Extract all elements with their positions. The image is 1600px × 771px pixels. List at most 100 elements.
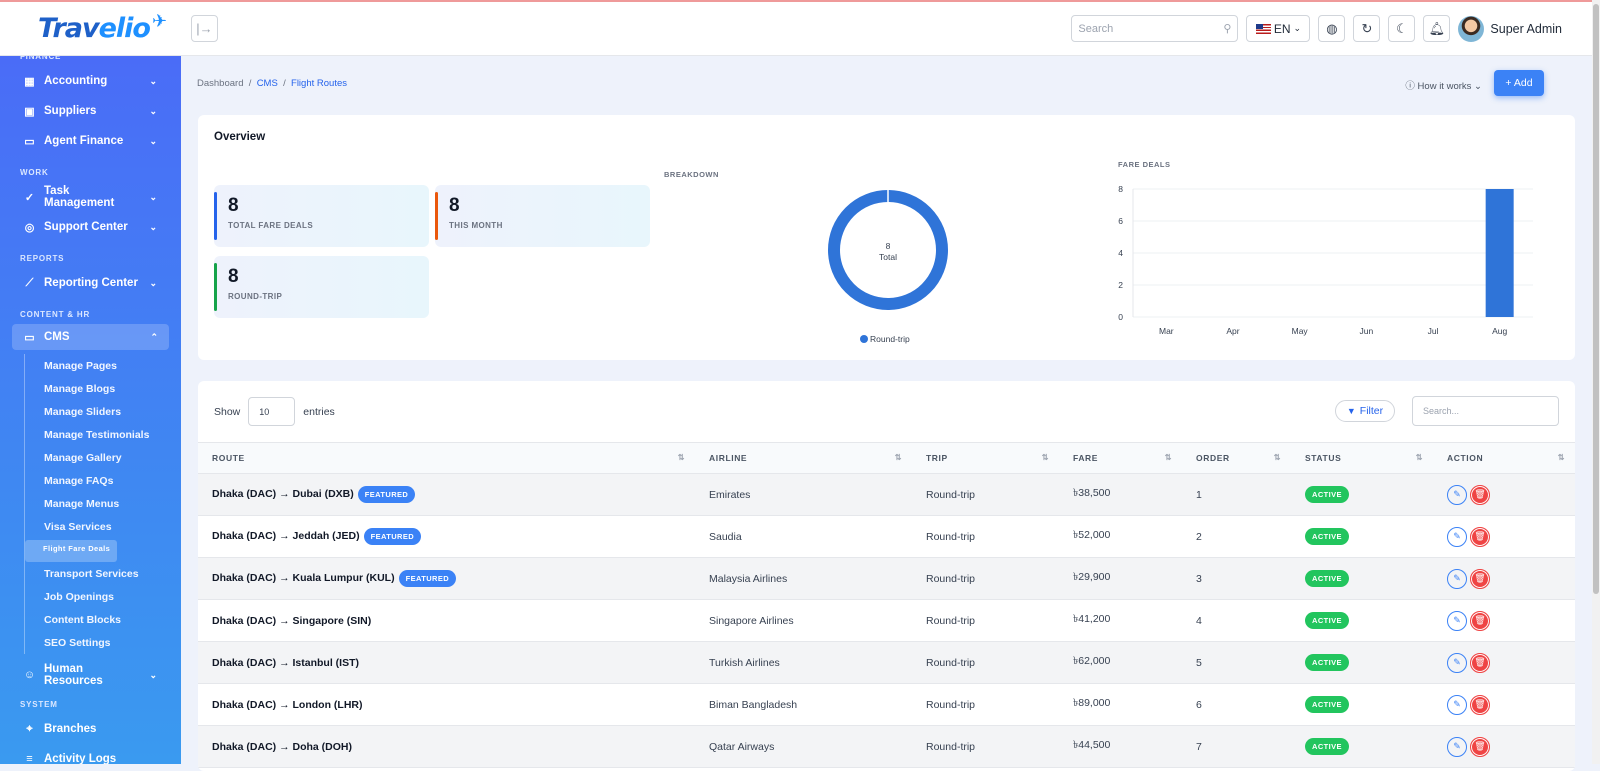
edit-button[interactable]: ✎: [1447, 568, 1467, 589]
sort-icon: ⇅: [677, 453, 685, 462]
language-selector[interactable]: EN ⌄: [1246, 15, 1311, 42]
refresh-button[interactable]: ↻: [1353, 15, 1381, 42]
edit-button[interactable]: ✎: [1447, 610, 1467, 631]
chevron-down-icon: ⌄: [1293, 23, 1302, 33]
edit-button[interactable]: ✎: [1447, 694, 1467, 715]
stat-label: TOTAL FARE DEALS: [228, 221, 314, 230]
cell-fare: ৳41,200: [1059, 599, 1182, 642]
chevron-down-icon: ⌄: [149, 135, 157, 146]
us-flag-icon: [1255, 23, 1271, 34]
globe-button[interactable]: ◍: [1318, 15, 1346, 42]
stat-accent-bar: [214, 263, 217, 311]
sidebar-item-suppliers[interactable]: ▣ Suppliers ⌄: [0, 96, 181, 126]
sidebar-subitem-manage-gallery[interactable]: Manage Gallery: [25, 446, 181, 469]
legend-swatch: [860, 335, 868, 343]
sidebar-item-branches[interactable]: ⌖ Branches: [0, 714, 181, 744]
delete-button[interactable]: 🗑︎: [1470, 694, 1490, 715]
status-badge: ACTIVE: [1305, 612, 1349, 629]
sidebar-item-agent-finance[interactable]: ▭ Agent Finance ⌄: [0, 126, 181, 156]
sidebar-section-finance: FINANCE: [20, 56, 62, 61]
status-badge: ACTIVE: [1305, 654, 1349, 671]
delete-button[interactable]: 🗑︎: [1470, 652, 1490, 673]
page-scrollbar[interactable]: [1592, 0, 1600, 764]
column-header-route[interactable]: ROUTE ⇅: [198, 442, 695, 474]
cell-airline: Biman Bangladesh: [695, 683, 912, 726]
delete-button[interactable]: 🗑︎: [1470, 736, 1490, 757]
edit-button[interactable]: ✎: [1447, 484, 1467, 505]
sidebar-item-label: Human Resources: [44, 663, 103, 687]
entries-per-page-input[interactable]: 10: [248, 397, 296, 426]
sidebar-item-accounting[interactable]: ▦ Accounting ⌄: [0, 66, 181, 96]
column-header-order[interactable]: ORDER ⇅: [1182, 442, 1291, 474]
table-search-input[interactable]: Search...: [1412, 396, 1559, 426]
delete-button[interactable]: 🗑︎: [1470, 568, 1490, 589]
sidebar-subitem-manage-testimonials[interactable]: Manage Testimonials: [25, 423, 181, 446]
edit-button[interactable]: ✎: [1447, 736, 1467, 757]
sidebar-section-system: SYSTEM: [20, 700, 58, 709]
user-menu[interactable]: Super Admin: [1458, 15, 1562, 42]
accounting-icon: ▦: [24, 75, 35, 88]
sidebar-subitem-manage-menus[interactable]: Manage Menus: [25, 492, 181, 515]
cell-status: ACTIVE: [1291, 557, 1433, 600]
delete-button[interactable]: 🗑︎: [1470, 484, 1490, 505]
sidebar-subitem-job-openings[interactable]: Job Openings: [25, 585, 181, 608]
sidebar-item-activity-logs[interactable]: ≡ Activity Logs: [0, 744, 181, 764]
x-tick-label: Aug: [1492, 326, 1507, 336]
sidebar-subitem-content-blocks[interactable]: Content Blocks: [25, 608, 181, 631]
stat-round-trip: 8 ROUND-TRIP: [214, 256, 429, 318]
collapse-sidebar-button[interactable]: |→: [191, 15, 218, 42]
status-badge: ACTIVE: [1305, 696, 1349, 713]
cell-route: Dhaka (DAC) → Jeddah (JED) FEATURED: [198, 515, 695, 558]
chevron-down-icon: ⌄: [1474, 81, 1482, 92]
sidebar-item-reporting-center[interactable]: ⟋ Reporting Center ⌄: [0, 268, 181, 298]
edit-button[interactable]: ✎: [1447, 652, 1467, 673]
cell-fare: ৳38,500: [1059, 473, 1182, 516]
cell-route: Dhaka (DAC) → Istanbul (IST): [198, 641, 695, 684]
cell-trip: Round-trip: [912, 599, 1059, 642]
sidebar-item-support-center[interactable]: ◎ Support Center ⌄: [0, 212, 181, 242]
sidebar-subitem-visa-services[interactable]: Visa Services: [25, 515, 181, 538]
brand-logo[interactable]: Trav elio ✈: [0, 2, 181, 56]
monitor-icon: ▭: [24, 331, 35, 344]
donut-center-label: Total: [879, 252, 897, 262]
edit-button[interactable]: ✎: [1447, 526, 1467, 547]
column-header-airline[interactable]: AIRLINE ⇅: [695, 442, 912, 474]
sidebar-subitem-manage-sliders[interactable]: Manage Sliders: [25, 400, 181, 423]
search-icon: ⚲: [1223, 23, 1232, 35]
scrollbar-thumb[interactable]: [1593, 4, 1599, 594]
sidebar-subitem-manage-pages[interactable]: Manage Pages: [25, 354, 181, 377]
delete-button[interactable]: 🗑︎: [1470, 526, 1490, 547]
sidebar-subitem-transport-services[interactable]: Transport Services: [25, 562, 181, 585]
sidebar-item-task-management[interactable]: ✓ Task Management ⌄: [0, 182, 181, 212]
breadcrumb-cms[interactable]: CMS: [257, 78, 278, 89]
global-search-input[interactable]: Search ⚲: [1071, 15, 1239, 42]
sidebar-subitem-manage-blogs[interactable]: Manage Blogs: [25, 377, 181, 400]
breadcrumb-dashboard[interactable]: Dashboard: [197, 78, 243, 89]
fare-deals-caption: FARE DEALS: [1118, 160, 1171, 169]
sidebar-item-human-resources[interactable]: ☺ Human Resources ⌄: [0, 660, 181, 690]
cell-fare: ৳44,500: [1059, 725, 1182, 768]
notifications-button[interactable]: 🔔︎: [1423, 15, 1451, 42]
sidebar-section-work: WORK: [20, 168, 49, 177]
stat-accent-bar: [435, 192, 438, 240]
sidebar-subitem-manage-faqs[interactable]: Manage FAQs: [25, 469, 181, 492]
x-tick-label: Jul: [1428, 326, 1439, 336]
theme-toggle-button[interactable]: ☾: [1388, 15, 1416, 42]
sidebar-section-reports: REPORTS: [20, 254, 65, 263]
cell-airline: Qatar Airways: [695, 725, 912, 768]
column-header-trip[interactable]: TRIP ⇅: [912, 442, 1059, 474]
column-header-action[interactable]: ACTION ⇅: [1433, 442, 1575, 474]
cell-action: ✎ 🗑︎: [1433, 473, 1575, 516]
column-header-fare[interactable]: FARE ⇅: [1059, 442, 1182, 474]
sidebar-subitem-seo-settings[interactable]: SEO Settings: [25, 631, 181, 654]
filter-button[interactable]: ▼ Filter: [1335, 400, 1395, 422]
flight-routes-table: ROUTE ⇅ AIRLINE ⇅ TRIP ⇅ FARE ⇅ ORDER ⇅ STATU…: [198, 442, 1575, 768]
sidebar-subitem-flight-fare-deals[interactable]: Flight Fare Deals: [25, 540, 118, 562]
sidebar-item-cms[interactable]: ▭ CMS ⌃: [12, 324, 169, 350]
cell-fare: ৳29,900: [1059, 557, 1182, 600]
delete-button[interactable]: 🗑︎: [1470, 610, 1490, 631]
how-it-works-button[interactable]: ⓘ How it works ⌄: [1405, 78, 1482, 92]
column-header-status[interactable]: STATUS ⇅: [1291, 442, 1433, 474]
add-button[interactable]: + Add: [1494, 70, 1544, 96]
table-row: Dhaka (DAC) → Singapore (SIN) Singapore A…: [198, 599, 1575, 642]
